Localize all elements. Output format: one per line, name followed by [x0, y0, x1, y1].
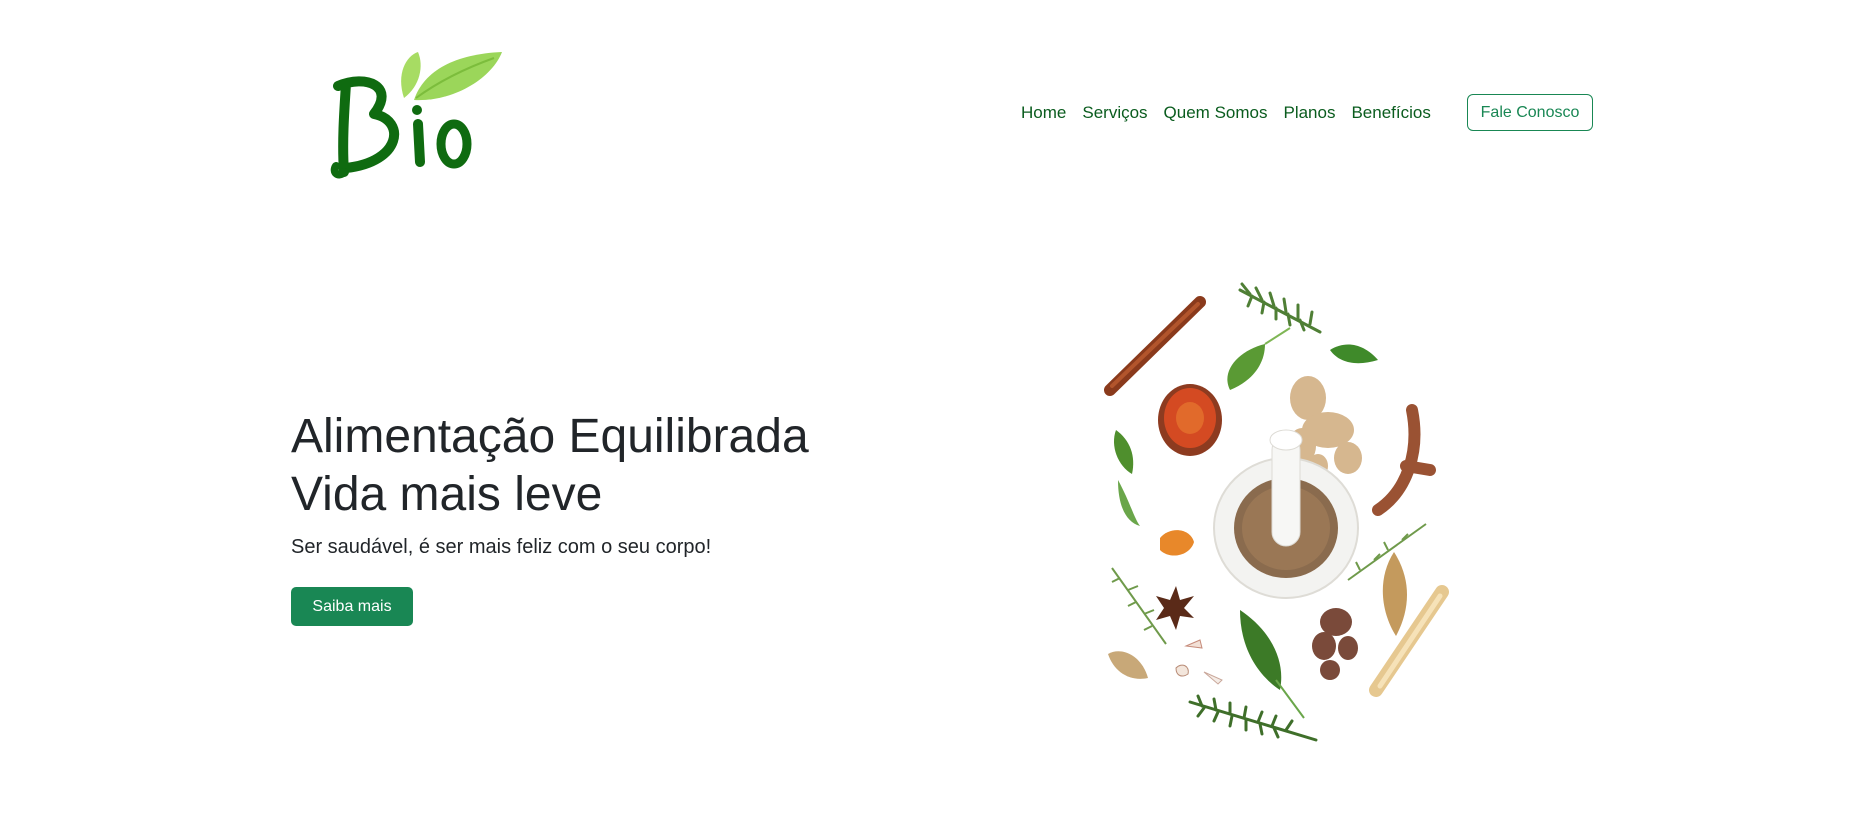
- herbs-illustration: [1090, 270, 1480, 750]
- leaf-icon: [1227, 344, 1265, 390]
- leaf-icon: [1330, 344, 1378, 364]
- bay-leaf-icon: [1382, 552, 1407, 636]
- bio-logo-icon: [330, 52, 502, 179]
- star-anise-icon: [1156, 586, 1194, 630]
- main-nav: Home Serviços Quem Somos Planos Benefíci…: [1013, 102, 1439, 124]
- rosemary-icon: [1188, 694, 1318, 742]
- herbs-and-spices-mortar-icon: [1104, 282, 1449, 742]
- contact-button[interactable]: Fale Conosco: [1467, 94, 1593, 131]
- garlic-icon: [1175, 664, 1189, 677]
- bay-leaf-icon: [1108, 651, 1148, 679]
- nav-planos[interactable]: Planos: [1275, 102, 1343, 124]
- hero-title: Alimentação Equilibrada Vida mais leve: [291, 408, 809, 524]
- nav-quem-somos[interactable]: Quem Somos: [1156, 102, 1276, 124]
- nav-beneficios[interactable]: Benefícios: [1343, 102, 1438, 124]
- nav-home[interactable]: Home: [1013, 102, 1074, 124]
- leaf-icon: [1118, 480, 1140, 526]
- rosemary-icon: [1238, 282, 1322, 334]
- dried-orange-icon: [1158, 384, 1222, 456]
- turmeric-icon: [1372, 404, 1436, 516]
- hero-title-line-2: Vida mais leve: [291, 468, 603, 521]
- landing-page: Home Serviços Quem Somos Planos Benefíci…: [0, 0, 1876, 813]
- learn-more-button[interactable]: Saiba mais: [291, 587, 413, 626]
- hero-title-line-1: Alimentação Equilibrada: [291, 410, 809, 463]
- sage-leaf-icon: [1240, 610, 1282, 690]
- thyme-icon: [1111, 567, 1167, 645]
- cinnamon-icon: [1104, 296, 1206, 396]
- nav-servicos[interactable]: Serviços: [1074, 102, 1155, 124]
- bio-logo[interactable]: [326, 44, 516, 184]
- turmeric-piece-icon: [1160, 530, 1194, 556]
- garlic-icon: [1203, 671, 1223, 685]
- garlic-icon: [1184, 639, 1203, 649]
- leaf-icon: [1113, 430, 1134, 474]
- hero-subtitle: Ser saudável, é ser mais feliz com o seu…: [291, 536, 712, 558]
- dried-root-icon: [1312, 608, 1358, 680]
